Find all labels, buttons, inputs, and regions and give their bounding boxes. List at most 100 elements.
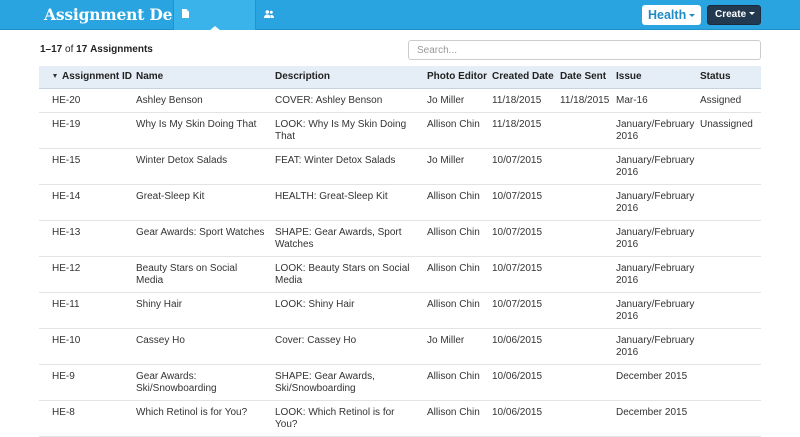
cell-created-date: 10/07/2015	[484, 184, 552, 221]
cell-issue: Mar-16	[608, 88, 692, 113]
cell-issue: January/February 2016	[608, 220, 694, 257]
cell-status	[692, 328, 761, 365]
column-header-status[interactable]: Status	[692, 66, 761, 89]
publication-label: Health	[648, 8, 687, 22]
cell-assignment-id[interactable]: HE-8	[39, 400, 128, 437]
publication-dropdown[interactable]: Health	[642, 5, 701, 25]
cell-photo-editor: Jo Miller	[419, 328, 484, 365]
column-header-date-sent[interactable]: Date Sent	[552, 66, 608, 89]
cell-date-sent	[552, 364, 608, 401]
active-tab-indicator	[208, 26, 221, 31]
cell-status	[692, 364, 761, 401]
tab-vendors[interactable]: Vendors	[256, 0, 322, 51]
cell-description: LOOK: Which Retinol is for You?	[267, 400, 419, 437]
cell-photo-editor: Allison Chin	[419, 292, 484, 329]
cell-description: SHAPE: Gear Awards, Ski/Snowboarding	[267, 364, 419, 401]
cell-assignment-id[interactable]: HE-14	[39, 184, 128, 221]
cell-date-sent: 11/18/2015	[552, 88, 609, 113]
cell-name: Which Retinol is for You?	[128, 400, 267, 437]
column-header-created-date[interactable]: Created Date	[484, 66, 554, 89]
cell-photo-editor: Allison Chin	[419, 184, 484, 221]
cell-name: Why Is My Skin Doing That	[128, 112, 267, 149]
cell-description: FEAT: Winter Detox Salads	[267, 148, 419, 185]
cell-date-sent	[552, 112, 608, 149]
table-row[interactable]: HE-13 Gear Awards: Sport Watches SHAPE: Ge…	[39, 220, 761, 257]
search-input[interactable]	[408, 40, 761, 60]
cell-description: COVER: Ashley Benson	[267, 88, 419, 113]
cell-date-sent	[552, 328, 608, 365]
cell-issue: January/February 2016	[608, 184, 694, 221]
cell-photo-editor: Allison Chin	[419, 256, 484, 293]
cell-assignment-id[interactable]: HE-20	[39, 88, 128, 113]
cell-status: Unassigned	[692, 112, 761, 149]
table-row[interactable]: HE-15 Winter Detox Salads FEAT: Winter Det…	[39, 148, 761, 185]
cell-created-date: 10/07/2015	[484, 220, 552, 257]
table-row[interactable]: HE-12 Beauty Stars on Social Media LOOK: B…	[39, 256, 761, 293]
count-of: of	[65, 44, 74, 55]
cell-photo-editor: Jo Miller	[419, 88, 484, 113]
cell-status	[692, 256, 761, 293]
tab-assignments[interactable]: Assignments	[173, 0, 256, 51]
column-header-description[interactable]: Description	[267, 66, 419, 89]
cell-issue: January/February 2016	[608, 112, 694, 149]
cell-assignment-id[interactable]: HE-12	[39, 256, 128, 293]
table-row[interactable]: HE-11 Shiny Hair LOOK: Shiny Hair Allison C…	[39, 292, 761, 329]
cell-date-sent	[552, 220, 608, 257]
app-brand[interactable]: Assignment Desk	[44, 4, 192, 26]
cell-status: Assigned	[692, 88, 761, 113]
tab-vendors-label: Vendors	[264, 40, 301, 51]
column-header-assignment-id[interactable]: Assignment ID	[39, 66, 132, 89]
table-row[interactable]: HE-9 Gear Awards: Ski/Snowboarding SHAPE: …	[39, 364, 761, 401]
cell-date-sent	[552, 292, 608, 329]
table-row[interactable]: HE-10 Cassey Ho Cover: Cassey Ho Jo Miller 1…	[39, 328, 761, 365]
table-row[interactable]: HE-8 Which Retinol is for You? LOOK: Which…	[39, 400, 761, 437]
column-header-issue[interactable]: Issue	[608, 66, 692, 89]
top-navbar: Assignment Desk Assignments Vendors Heal…	[0, 0, 800, 51]
cell-created-date: 10/06/2015	[484, 400, 552, 437]
cell-date-sent	[552, 400, 608, 437]
cell-date-sent	[552, 256, 608, 293]
cell-photo-editor: Jo Miller	[419, 148, 484, 185]
result-count: 1–17 of 17 Assignments	[40, 44, 153, 55]
count-noun: Assignments	[90, 44, 153, 55]
cell-photo-editor: Allison Chin	[419, 364, 484, 401]
cell-status	[692, 148, 761, 185]
table-row[interactable]: HE-20 Ashley Benson COVER: Ashley Benson Jo…	[39, 88, 761, 113]
cell-created-date: 10/07/2015	[484, 292, 552, 329]
cell-status	[692, 292, 761, 329]
cell-assignment-id[interactable]: HE-19	[39, 112, 128, 149]
cell-created-date: 10/06/2015	[484, 328, 552, 365]
table-row[interactable]: HE-19 Why Is My Skin Doing That LOOK: Why …	[39, 112, 761, 149]
cell-description: LOOK: Beauty Stars on Social Media	[267, 256, 419, 293]
cell-issue: January/February 2016	[608, 256, 694, 293]
cell-description: Cover: Cassey Ho	[267, 328, 419, 365]
cell-created-date: 10/07/2015	[484, 256, 552, 293]
create-button[interactable]: Create	[707, 5, 761, 25]
cell-name: Shiny Hair	[128, 292, 267, 329]
cell-name: Cassey Ho	[128, 328, 267, 365]
cell-assignment-id[interactable]: HE-11	[39, 292, 128, 329]
count-total: 17	[76, 44, 88, 55]
chevron-down-icon	[749, 12, 756, 15]
cell-status	[692, 400, 761, 437]
cell-name: Great-Sleep Kit	[128, 184, 267, 221]
cell-issue: December 2015	[608, 400, 692, 437]
cell-assignment-id[interactable]: HE-15	[39, 148, 128, 185]
column-header-name[interactable]: Name	[128, 66, 267, 89]
cell-created-date: 10/07/2015	[484, 148, 552, 185]
cell-description: LOOK: Why Is My Skin Doing That	[267, 112, 419, 149]
cell-status	[692, 220, 761, 257]
cell-assignment-id[interactable]: HE-10	[39, 328, 128, 365]
table-row[interactable]: HE-14 Great-Sleep Kit HEALTH: Great-Sleep …	[39, 184, 761, 221]
cell-assignment-id[interactable]: HE-13	[39, 220, 128, 257]
create-label: Create	[715, 9, 747, 20]
sort-descending-icon	[53, 74, 57, 79]
column-header-photo-editor[interactable]: Photo Editor	[419, 66, 487, 89]
cell-issue: January/February 2016	[608, 292, 694, 329]
tab-assignments-label: Assignments	[182, 40, 240, 51]
cell-assignment-id[interactable]: HE-9	[39, 364, 128, 401]
cell-issue: December 2015	[608, 364, 692, 401]
cell-photo-editor: Allison Chin	[419, 220, 484, 257]
cell-photo-editor: Allison Chin	[419, 112, 484, 149]
cell-created-date: 10/06/2015	[484, 364, 552, 401]
